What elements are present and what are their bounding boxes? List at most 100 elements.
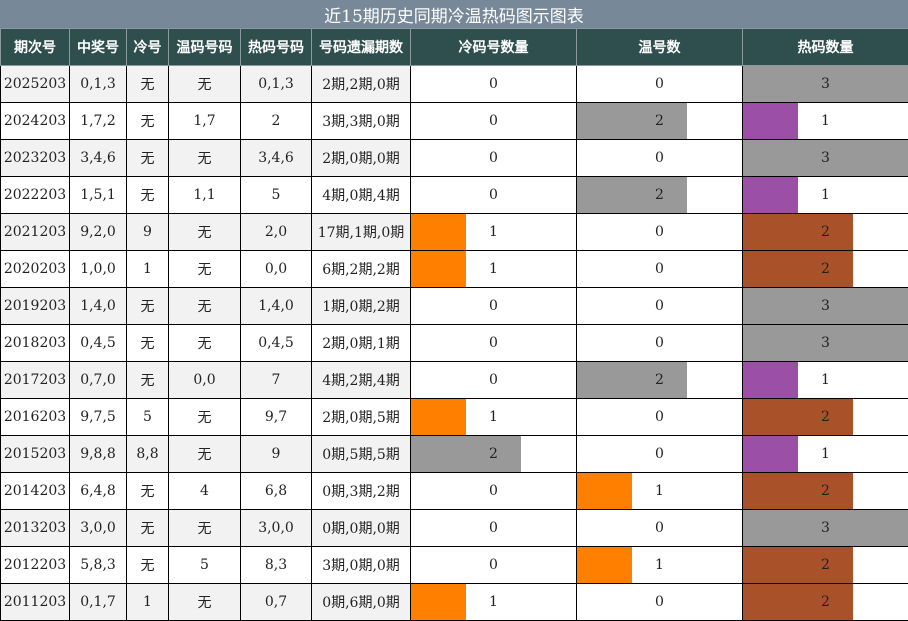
cell-hot: 7 bbox=[241, 362, 312, 399]
warm-count-label: 0 bbox=[655, 409, 664, 425]
cell-hot: 8,3 bbox=[241, 547, 312, 584]
cell-cold: 无 bbox=[127, 288, 169, 325]
cell-numbers: 1,4,0 bbox=[70, 288, 127, 325]
cell-period: 2024203 bbox=[1, 103, 70, 140]
warm-count-cell: 1 bbox=[577, 473, 743, 510]
cell-warm: 0,0 bbox=[169, 362, 241, 399]
cold-count-cell: 0 bbox=[411, 103, 577, 140]
table-row: 20232033,4,6无无3,4,62期,0期,0期003 bbox=[1, 140, 908, 177]
hot-count-cell: 2 bbox=[743, 584, 908, 621]
hot-count-label: 2 bbox=[821, 224, 830, 240]
header-period: 期次号 bbox=[1, 29, 70, 66]
chart-title: 近15期历史同期冷温热码图示图表 bbox=[0, 0, 908, 28]
cold-count-bar bbox=[411, 399, 466, 435]
header-hot: 热码号码 bbox=[241, 29, 312, 66]
cell-hot: 2 bbox=[241, 103, 312, 140]
hot-count-cell: 3 bbox=[743, 66, 908, 103]
cold-count-bar bbox=[411, 214, 466, 250]
cold-count-label: 0 bbox=[489, 113, 498, 129]
hot-count-label: 3 bbox=[821, 520, 830, 536]
cold-count-cell: 0 bbox=[411, 510, 577, 547]
cell-missing: 0期,0期,0期 bbox=[312, 510, 411, 547]
header-row: 期次号 中奖号 冷号 温码号码 热码号码 号码遗漏期数 冷码号数量 温号数 热码… bbox=[1, 29, 908, 66]
cell-cold: 无 bbox=[127, 362, 169, 399]
cell-numbers: 0,1,3 bbox=[70, 66, 127, 103]
hot-count-bar bbox=[743, 362, 798, 398]
cold-count-cell: 1 bbox=[411, 214, 577, 251]
hot-count-label: 3 bbox=[821, 150, 830, 166]
cold-count-cell: 1 bbox=[411, 251, 577, 288]
warm-count-label: 0 bbox=[655, 594, 664, 610]
hot-count-cell: 1 bbox=[743, 103, 908, 140]
cold-count-bar bbox=[411, 251, 466, 287]
cell-missing: 4期,0期,4期 bbox=[312, 177, 411, 214]
warm-count-cell: 0 bbox=[577, 436, 743, 473]
cell-period: 2025203 bbox=[1, 66, 70, 103]
cold-count-label: 0 bbox=[489, 187, 498, 203]
hot-count-bar bbox=[743, 584, 853, 620]
cold-count-label: 0 bbox=[489, 150, 498, 166]
hot-count-cell: 3 bbox=[743, 510, 908, 547]
cell-period: 2017203 bbox=[1, 362, 70, 399]
hot-count-cell: 1 bbox=[743, 177, 908, 214]
cell-numbers: 6,4,8 bbox=[70, 473, 127, 510]
hot-count-label: 2 bbox=[821, 261, 830, 277]
warm-count-cell: 0 bbox=[577, 214, 743, 251]
hot-count-cell: 2 bbox=[743, 473, 908, 510]
hot-count-label: 3 bbox=[821, 76, 830, 92]
hot-count-label: 1 bbox=[821, 372, 830, 388]
cell-warm: 无 bbox=[169, 214, 241, 251]
hot-count-label: 3 bbox=[821, 298, 830, 314]
warm-count-cell: 0 bbox=[577, 251, 743, 288]
cell-missing: 1期,0期,2期 bbox=[312, 288, 411, 325]
hot-count-bar bbox=[743, 436, 798, 472]
hot-count-bar bbox=[743, 103, 798, 139]
cold-count-cell: 1 bbox=[411, 584, 577, 621]
cell-hot: 2,0 bbox=[241, 214, 312, 251]
hot-count-bar bbox=[743, 473, 853, 509]
cell-missing: 2期,0期,1期 bbox=[312, 325, 411, 362]
cell-missing: 0期,6期,0期 bbox=[312, 584, 411, 621]
cell-cold: 无 bbox=[127, 66, 169, 103]
cell-cold: 9 bbox=[127, 214, 169, 251]
cold-count-label: 0 bbox=[489, 76, 498, 92]
cell-period: 2021203 bbox=[1, 214, 70, 251]
cell-cold: 1 bbox=[127, 584, 169, 621]
cell-period: 2015203 bbox=[1, 436, 70, 473]
warm-count-cell: 1 bbox=[577, 547, 743, 584]
cold-count-cell: 0 bbox=[411, 473, 577, 510]
cold-count-cell: 0 bbox=[411, 288, 577, 325]
warm-count-cell: 0 bbox=[577, 510, 743, 547]
warm-count-bar bbox=[577, 473, 632, 509]
cell-cold: 无 bbox=[127, 510, 169, 547]
hot-count-bar bbox=[743, 251, 853, 287]
hot-count-cell: 1 bbox=[743, 362, 908, 399]
cell-period: 2014203 bbox=[1, 473, 70, 510]
cell-numbers: 5,8,3 bbox=[70, 547, 127, 584]
cell-warm: 无 bbox=[169, 251, 241, 288]
table-row: 20162039,7,55无9,72期,0期,5期102 bbox=[1, 399, 908, 436]
cell-cold: 无 bbox=[127, 473, 169, 510]
cell-period: 2022203 bbox=[1, 177, 70, 214]
cold-count-cell: 1 bbox=[411, 399, 577, 436]
cold-count-label: 0 bbox=[489, 298, 498, 314]
cell-period: 2020203 bbox=[1, 251, 70, 288]
hot-count-label: 2 bbox=[821, 557, 830, 573]
cell-missing: 6期,2期,2期 bbox=[312, 251, 411, 288]
hot-count-label: 3 bbox=[821, 335, 830, 351]
hot-count-cell: 3 bbox=[743, 140, 908, 177]
cell-numbers: 1,7,2 bbox=[70, 103, 127, 140]
table-row: 20112030,1,71无0,70期,6期,0期102 bbox=[1, 584, 908, 621]
warm-count-label: 0 bbox=[655, 261, 664, 277]
cell-hot: 6,8 bbox=[241, 473, 312, 510]
table-row: 20202031,0,01无0,06期,2期,2期102 bbox=[1, 251, 908, 288]
hot-count-cell: 1 bbox=[743, 436, 908, 473]
cold-count-label: 0 bbox=[489, 483, 498, 499]
cold-count-label: 1 bbox=[489, 261, 498, 277]
cell-missing: 0期,3期,2期 bbox=[312, 473, 411, 510]
cell-missing: 2期,2期,0期 bbox=[312, 66, 411, 103]
hot-count-cell: 2 bbox=[743, 399, 908, 436]
hot-count-bar bbox=[743, 177, 798, 213]
warm-count-label: 0 bbox=[655, 335, 664, 351]
warm-count-label: 2 bbox=[655, 372, 664, 388]
